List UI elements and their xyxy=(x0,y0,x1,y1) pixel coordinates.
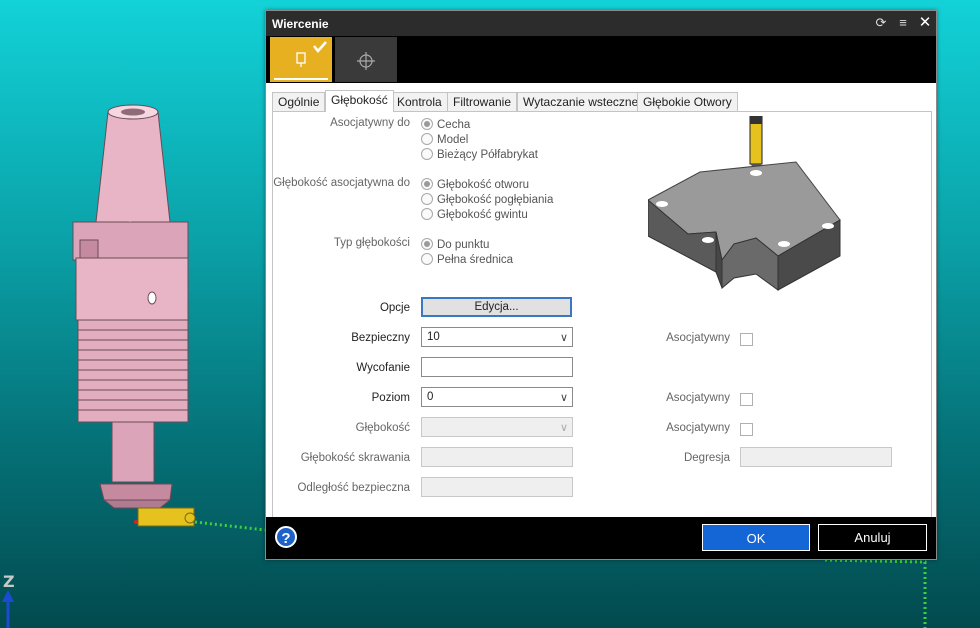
edit-button[interactable]: Edycja... xyxy=(421,297,572,317)
depth-type-label: Typ głębokości xyxy=(333,237,410,249)
level-assoc-label: Asocjatywny xyxy=(666,392,730,404)
tab-deep-holes[interactable]: Głębokie Otwory xyxy=(637,92,738,111)
radio-dot xyxy=(421,193,433,205)
operation-toolbar xyxy=(266,36,936,83)
chamfer-input[interactable] xyxy=(421,357,573,377)
close-icon[interactable]: ✕ xyxy=(917,15,933,31)
drill-icon xyxy=(296,41,327,67)
chevron-down-icon: ∨ xyxy=(559,392,568,404)
dialog-title: Wiercenie xyxy=(272,17,329,31)
z-axis-label: Z xyxy=(3,572,15,591)
active-indicator xyxy=(274,78,328,80)
safe-assoc-checkbox[interactable] xyxy=(740,333,753,346)
radio-dot xyxy=(421,118,433,130)
associative-to-label: Asocjatywny do xyxy=(330,117,410,129)
radio-dot xyxy=(421,238,433,250)
point-tool-button[interactable] xyxy=(335,37,397,82)
chamfer-label: Wycofanie xyxy=(356,362,410,374)
radio-label: Głębokość gwintu xyxy=(437,209,528,221)
cut-depth-label: Głębokość skrawania xyxy=(300,452,410,464)
safe-assoc-label: Asocjatywny xyxy=(666,332,730,344)
tab-back-boring[interactable]: Wytaczanie wsteczne xyxy=(517,92,645,111)
radio-dot xyxy=(421,133,433,145)
radio-current-stock[interactable]: Bieżący Półfabrykat xyxy=(421,148,538,161)
tab-general[interactable]: Ogólnie xyxy=(272,92,326,111)
radio-to-point[interactable]: Do punktu xyxy=(421,238,489,251)
depth-label: Głębokość xyxy=(355,422,410,434)
radio-label: Cecha xyxy=(437,119,471,131)
depth-preview-image xyxy=(648,116,841,291)
radio-model[interactable]: Model xyxy=(421,133,468,146)
safe-dropdown[interactable]: 10 ∨ xyxy=(421,327,573,347)
radio-label: Model xyxy=(437,134,469,146)
radio-label: Głębokość pogłębiania xyxy=(437,194,554,206)
options-label: Opcje xyxy=(379,302,410,314)
tab-depth[interactable]: Głębokość xyxy=(325,90,394,112)
depth-assoc-checkbox[interactable] xyxy=(740,423,753,436)
radio-dot xyxy=(421,148,433,160)
depth-dropdown[interactable]: ∨ xyxy=(421,417,573,437)
chevron-down-icon: ∨ xyxy=(559,332,568,344)
level-dropdown[interactable]: 0 ∨ xyxy=(421,387,573,407)
depth-associative-label: Głębokość asocjatywna do xyxy=(273,177,410,189)
radio-counterbore-depth[interactable]: Głębokość pogłębiania xyxy=(421,193,553,206)
radio-dot xyxy=(421,208,433,220)
level-value: 0 xyxy=(427,391,434,403)
reset-icon[interactable]: ⟳ xyxy=(873,15,889,31)
safe-label: Bezpieczny xyxy=(351,332,410,344)
radio-full-diameter[interactable]: Pełna średnica xyxy=(421,253,513,266)
safe-distance-input[interactable] xyxy=(421,477,573,497)
drilling-dialog: Wiercenie ⟳ ≡ ✕ Ogólnie Głębokość Kontro… xyxy=(265,10,937,560)
menu-icon[interactable]: ≡ xyxy=(895,15,911,31)
depth-assoc-label: Asocjatywny xyxy=(666,422,730,434)
cut-depth-input[interactable] xyxy=(421,447,573,467)
dialog-footer: ? OK Anuluj xyxy=(266,517,936,559)
radio-thread-depth[interactable]: Głębokość gwintu xyxy=(421,208,528,221)
radio-label: Do punktu xyxy=(437,239,490,251)
level-assoc-checkbox[interactable] xyxy=(740,393,753,406)
radio-dot xyxy=(421,253,433,265)
safe-distance-label: Odległość bezpieczna xyxy=(297,482,410,494)
degression-input[interactable] xyxy=(740,447,892,467)
degression-label: Degresja xyxy=(683,452,730,464)
depth-panel: Asocjatywny do Cecha Model Bieżący Półfa… xyxy=(272,111,932,518)
tab-filtering[interactable]: Filtrowanie xyxy=(447,92,518,111)
radio-label: Bieżący Półfabrykat xyxy=(437,149,538,161)
crosshair-icon xyxy=(357,52,375,70)
radio-feature[interactable]: Cecha xyxy=(421,118,470,131)
cancel-button[interactable]: Anuluj xyxy=(818,524,927,551)
tab-control[interactable]: Kontrola xyxy=(391,92,448,111)
ok-button[interactable]: OK xyxy=(702,524,810,551)
radio-hole-depth[interactable]: Głębokość otworu xyxy=(421,178,529,191)
help-icon[interactable]: ? xyxy=(275,526,297,548)
chevron-down-icon: ∨ xyxy=(559,422,568,434)
radio-label: Pełna średnica xyxy=(437,254,514,266)
level-label: Poziom xyxy=(371,392,410,404)
radio-dot xyxy=(421,178,433,190)
drilling-tool-button[interactable] xyxy=(270,37,332,82)
dialog-titlebar[interactable]: Wiercenie ⟳ ≡ ✕ xyxy=(266,11,936,36)
safe-value: 10 xyxy=(427,331,440,343)
radio-label: Głębokość otworu xyxy=(437,179,530,191)
